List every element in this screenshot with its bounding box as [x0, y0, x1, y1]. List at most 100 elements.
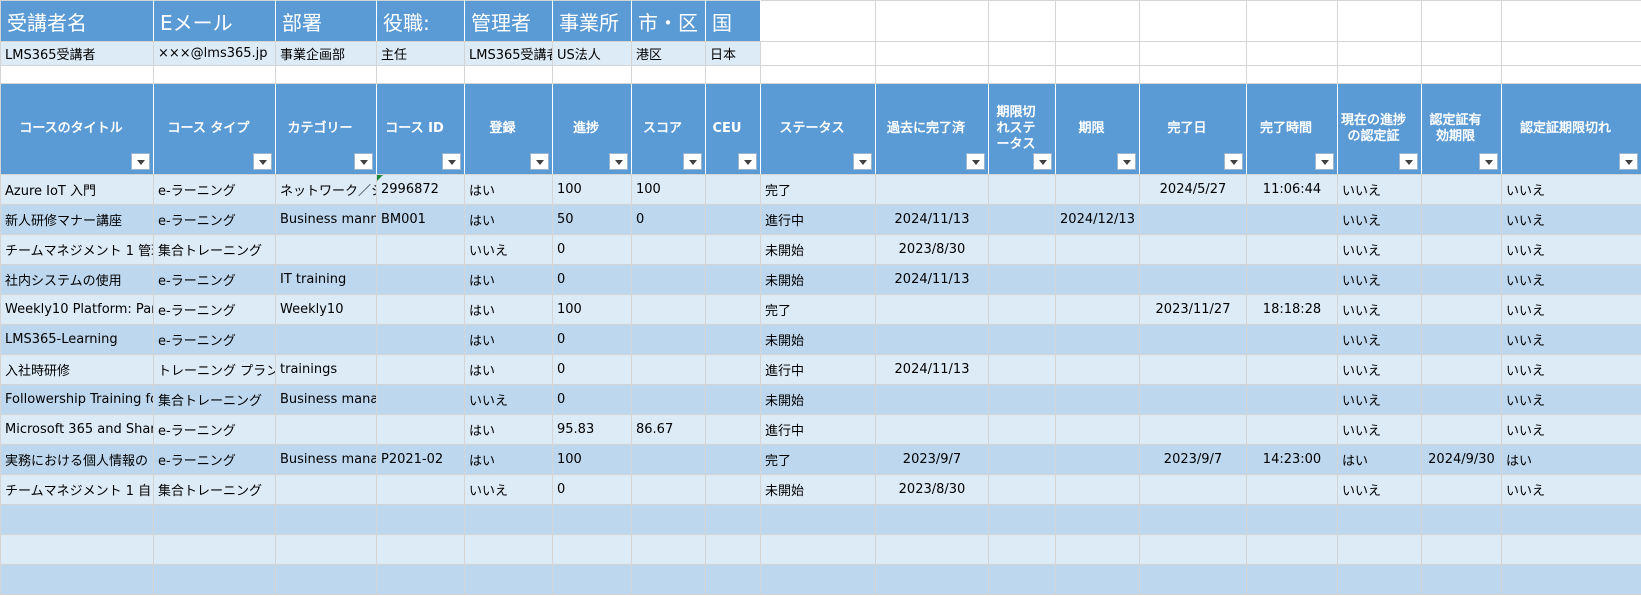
cell-current-certificate[interactable]: いいえ [1337, 294, 1422, 325]
column-header-category[interactable]: カテゴリー [275, 83, 377, 175]
cell-course-id[interactable] [376, 504, 465, 535]
cell-completion-time[interactable] [1246, 534, 1338, 565]
filter-dropdown-icon[interactable] [1033, 153, 1052, 170]
office-cell[interactable]: US法人 [552, 41, 632, 66]
cell-previously-completed[interactable] [875, 534, 989, 565]
header-position[interactable]: 役職: [376, 0, 465, 42]
cell-enrolled[interactable] [464, 534, 553, 565]
cell[interactable] [1246, 0, 1338, 42]
cell-ceu[interactable] [705, 384, 761, 415]
filter-dropdown-icon[interactable] [1224, 153, 1243, 170]
column-header-course-title[interactable]: コースのタイトル [0, 83, 154, 175]
cell-completion-date[interactable] [1139, 354, 1247, 385]
cell-course-id[interactable] [376, 264, 465, 295]
cell[interactable] [1055, 0, 1140, 42]
cell-completion-time[interactable] [1246, 234, 1338, 265]
cell-course-id[interactable] [376, 354, 465, 385]
cell-certificate-expired[interactable]: いいえ [1501, 234, 1641, 265]
cell-category[interactable] [275, 474, 377, 505]
cell-progress[interactable] [552, 564, 632, 595]
cell-completion-time[interactable] [1246, 504, 1338, 535]
department-cell[interactable]: 事業企画部 [275, 41, 377, 66]
filter-dropdown-icon[interactable] [253, 153, 272, 170]
cell[interactable] [760, 41, 876, 66]
filter-dropdown-icon[interactable] [609, 153, 628, 170]
cell[interactable] [705, 65, 761, 84]
cell-certificate-expired[interactable] [1501, 534, 1641, 565]
cell-course-id[interactable] [376, 384, 465, 415]
column-header-progress[interactable]: 進捗 [552, 83, 632, 175]
cell-course-type[interactable]: e-ラーニング [153, 174, 276, 205]
cell-progress[interactable]: 0 [552, 234, 632, 265]
filter-dropdown-icon[interactable] [738, 153, 757, 170]
cell-ceu[interactable] [705, 324, 761, 355]
cell-course-title[interactable]: 社内システムの使用 [0, 264, 154, 295]
cell-due-date[interactable] [1055, 324, 1140, 355]
cell-score[interactable] [631, 474, 706, 505]
cell-certificate-expired[interactable]: いいえ [1501, 414, 1641, 445]
cell-course-title[interactable]: Weekly10 Platform: Partne [0, 294, 154, 325]
cell-ceu[interactable] [705, 474, 761, 505]
cell-category[interactable] [275, 504, 377, 535]
cell-completion-date[interactable] [1139, 384, 1247, 415]
filter-dropdown-icon[interactable] [530, 153, 549, 170]
cell[interactable] [1421, 41, 1502, 66]
cell[interactable] [875, 65, 989, 84]
cell-progress[interactable]: 100 [552, 174, 632, 205]
cell[interactable] [0, 65, 154, 84]
filter-dropdown-icon[interactable] [442, 153, 461, 170]
cell-score[interactable] [631, 384, 706, 415]
cell-certificate-expiry[interactable] [1421, 294, 1502, 325]
cell[interactable] [631, 65, 706, 84]
cell[interactable] [1501, 65, 1641, 84]
cell-course-title[interactable] [0, 534, 154, 565]
cell-enrolled[interactable]: はい [464, 354, 553, 385]
cell-expired-status[interactable] [988, 294, 1056, 325]
cell-course-title[interactable]: 新人研修マナー講座 [0, 204, 154, 235]
cell-progress[interactable]: 100 [552, 294, 632, 325]
cell-expired-status[interactable] [988, 564, 1056, 595]
column-header-ceu[interactable]: CEU [705, 83, 761, 175]
cell-due-date[interactable] [1055, 384, 1140, 415]
cell-previously-completed[interactable] [875, 414, 989, 445]
cell[interactable] [988, 65, 1056, 84]
cell-completion-time[interactable]: 14:23:00 [1246, 444, 1338, 475]
cell-expired-status[interactable] [988, 234, 1056, 265]
cell-score[interactable]: 0 [631, 204, 706, 235]
cell-completion-time[interactable] [1246, 324, 1338, 355]
cell-course-type[interactable]: e-ラーニング [153, 204, 276, 235]
header-manager[interactable]: 管理者 [464, 0, 553, 42]
cell-enrolled[interactable]: はい [464, 444, 553, 475]
cell-certificate-expired[interactable]: いいえ [1501, 264, 1641, 295]
cell-course-id[interactable]: BM001 [376, 204, 465, 235]
cell-course-id[interactable] [376, 234, 465, 265]
cell[interactable] [1337, 65, 1422, 84]
cell-current-certificate[interactable]: いいえ [1337, 354, 1422, 385]
cell-certificate-expired[interactable]: いいえ [1501, 384, 1641, 415]
cell-expired-status[interactable] [988, 264, 1056, 295]
cell-enrolled[interactable]: はい [464, 174, 553, 205]
cell-category[interactable]: Weekly10 [275, 294, 377, 325]
cell-current-certificate[interactable]: いいえ [1337, 324, 1422, 355]
cell-status[interactable]: 未開始 [760, 474, 876, 505]
cell-progress[interactable]: 0 [552, 264, 632, 295]
column-header-expired-status[interactable]: 期限切れステータス [988, 83, 1056, 175]
cell-certificate-expiry[interactable] [1421, 534, 1502, 565]
cell-due-date[interactable] [1055, 354, 1140, 385]
header-email[interactable]: Eメール [153, 0, 276, 42]
cell-previously-completed[interactable] [875, 324, 989, 355]
cell-status[interactable]: 進行中 [760, 204, 876, 235]
cell-expired-status[interactable] [988, 474, 1056, 505]
cell-enrolled[interactable] [464, 504, 553, 535]
cell-current-certificate[interactable]: はい [1337, 444, 1422, 475]
cell-category[interactable] [275, 414, 377, 445]
cell-progress[interactable]: 100 [552, 444, 632, 475]
cell-course-type[interactable] [153, 504, 276, 535]
cell-completion-date[interactable] [1139, 564, 1247, 595]
cell[interactable] [988, 0, 1056, 42]
cell-previously-completed[interactable] [875, 294, 989, 325]
cell-category[interactable]: Business manag [275, 444, 377, 475]
cell-score[interactable] [631, 324, 706, 355]
cell[interactable] [1055, 65, 1140, 84]
cell-completion-time[interactable] [1246, 564, 1338, 595]
